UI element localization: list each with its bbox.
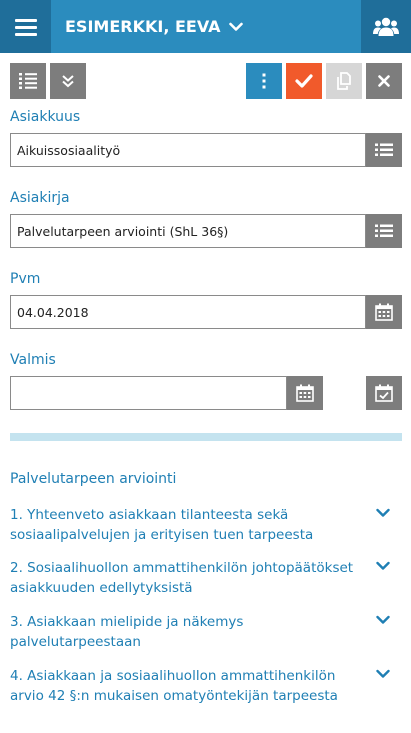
more-options-button[interactable] bbox=[246, 63, 282, 99]
pvm-calendar-button[interactable] bbox=[366, 295, 402, 329]
hamburger-icon bbox=[14, 18, 37, 36]
list-numbered-icon bbox=[19, 73, 37, 89]
checkmark-icon bbox=[295, 74, 313, 88]
asiakirja-field[interactable]: Palvelutarpeen arviointi (ShL 36§) bbox=[10, 214, 366, 248]
copy-icon bbox=[337, 72, 351, 90]
client-name: ESIMERKKI, EEVA bbox=[65, 17, 221, 36]
calendar-icon bbox=[296, 384, 314, 402]
numbered-list-button[interactable] bbox=[10, 63, 46, 99]
chevron-down-icon bbox=[376, 561, 390, 570]
accordion-item-label: 1. Yhteenveto asiakkaan tilanteesta sekä… bbox=[10, 507, 314, 543]
double-chevron-down-icon bbox=[62, 75, 74, 88]
users-button[interactable] bbox=[361, 0, 411, 53]
expand-all-button[interactable] bbox=[50, 63, 86, 99]
copy-button[interactable] bbox=[326, 63, 362, 99]
pvm-label: Pvm bbox=[10, 271, 41, 287]
close-button[interactable] bbox=[366, 63, 402, 99]
asiakirja-label: Asiakirja bbox=[10, 190, 70, 206]
valmis-label: Valmis bbox=[10, 352, 56, 368]
asiakkuus-field[interactable]: Aikuissosiaalityö bbox=[10, 133, 366, 167]
client-selector[interactable]: ESIMERKKI, EEVA bbox=[65, 0, 243, 53]
valmis-field[interactable] bbox=[10, 376, 287, 410]
list-icon bbox=[375, 224, 393, 237]
accordion-item[interactable]: 4. Asiakkaan ja sosiaalihuollon ammattih… bbox=[10, 666, 402, 706]
pvm-field[interactable]: 04.04.2018 bbox=[10, 295, 366, 329]
accordion-item[interactable]: 2. Sosiaalihuollon ammattihenkilön johto… bbox=[10, 558, 402, 598]
section-title: Palvelutarpeen arviointi bbox=[10, 471, 177, 487]
progress-bar bbox=[10, 433, 402, 441]
app-header: ESIMERKKI, EEVA bbox=[0, 0, 411, 53]
chevron-down-icon bbox=[228, 22, 243, 31]
chevron-down-icon bbox=[376, 508, 390, 517]
asiakkuus-label: Asiakkuus bbox=[10, 109, 81, 125]
save-button[interactable] bbox=[286, 63, 322, 99]
chevron-down-icon bbox=[376, 669, 390, 678]
mark-complete-button[interactable] bbox=[366, 376, 402, 410]
calendar-check-icon bbox=[375, 384, 393, 402]
valmis-calendar-button[interactable] bbox=[287, 376, 323, 410]
accordion-item[interactable]: 3. Asiakkaan mielipide ja näkemys palvel… bbox=[10, 612, 402, 652]
chevron-down-icon bbox=[376, 615, 390, 624]
close-icon bbox=[378, 75, 390, 87]
accordion-item[interactable]: 1. Yhteenveto asiakkaan tilanteesta sekä… bbox=[10, 505, 402, 545]
menu-button[interactable] bbox=[0, 0, 51, 53]
accordion-item-label: 4. Asiakkaan ja sosiaalihuollon ammattih… bbox=[10, 668, 338, 704]
accordion-item-label: 2. Sosiaalihuollon ammattihenkilön johto… bbox=[10, 560, 354, 596]
asiakkuus-list-button[interactable] bbox=[366, 133, 402, 167]
users-icon bbox=[373, 17, 399, 36]
calendar-icon bbox=[375, 303, 393, 321]
accordion-item-label: 3. Asiakkaan mielipide ja näkemys palvel… bbox=[10, 614, 244, 650]
asiakirja-list-button[interactable] bbox=[366, 214, 402, 248]
vertical-ellipsis-icon bbox=[262, 73, 266, 89]
list-icon bbox=[375, 143, 393, 156]
